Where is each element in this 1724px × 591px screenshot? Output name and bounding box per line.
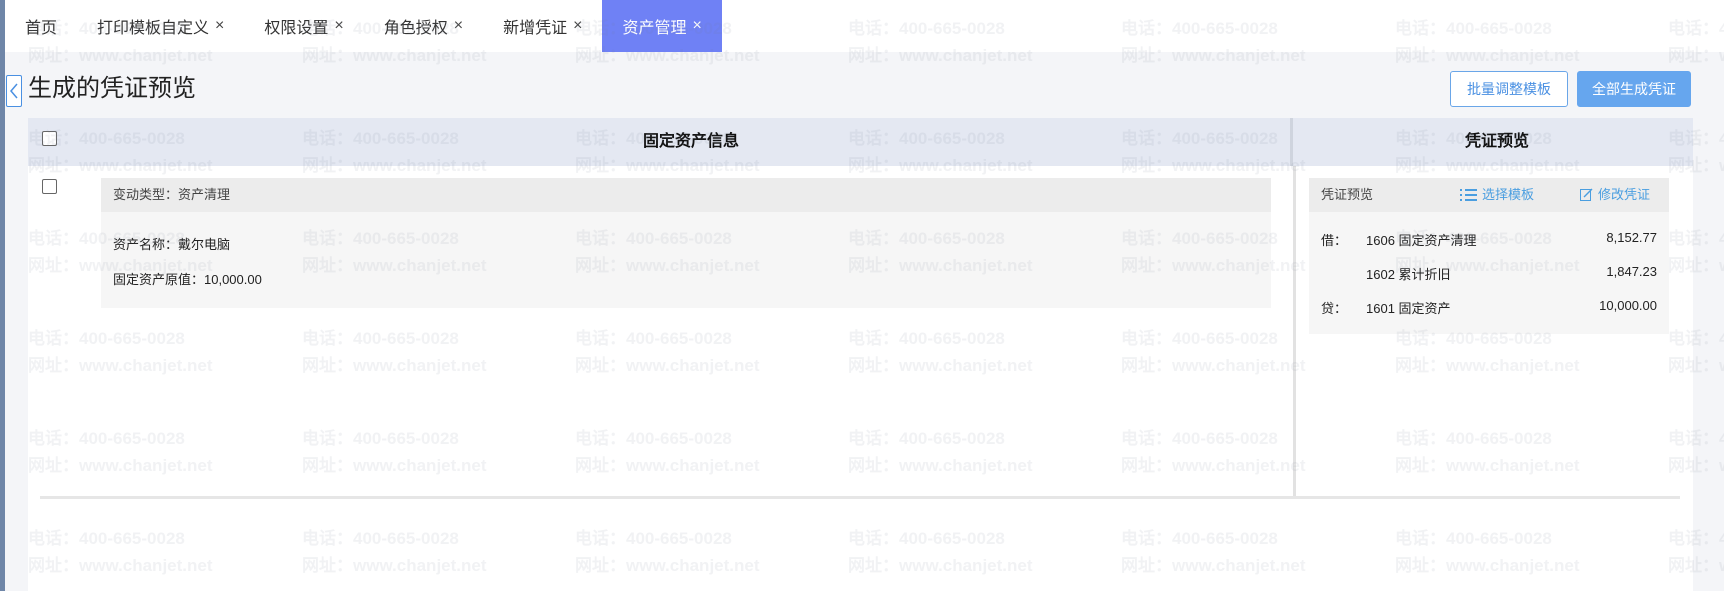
close-icon[interactable]: × (215, 17, 224, 35)
chevron-left-icon (10, 83, 18, 99)
close-icon[interactable]: × (334, 17, 343, 35)
entry-account: 1606 固定资产清理 (1366, 233, 1477, 248)
close-icon[interactable]: × (573, 17, 582, 35)
voucher-preview-panel: 固定资产信息 凭证预览 变动类型：资产清理 资产名称：戴尔电脑 固定资产原值：1… (28, 118, 1693, 591)
tab-print-template[interactable]: 打印模板自定义 × (77, 0, 244, 52)
tab-permission-settings[interactable]: 权限设置 × (244, 0, 363, 52)
asset-info-card: 变动类型：资产清理 资产名称：戴尔电脑 固定资产原值：10,000.00 (101, 178, 1271, 308)
select-template-link[interactable]: 选择模板 (1460, 178, 1534, 212)
tab-role-authorization[interactable]: 角色授权 × (364, 0, 483, 52)
close-icon[interactable]: × (692, 17, 701, 35)
voucher-card-header: 凭证预览 选择模板 修改凭证 (1309, 178, 1669, 212)
edit-icon (1580, 188, 1593, 201)
tab-bar: 首页 打印模板自定义 × 权限设置 × 角色授权 × 新增凭证 × 资产管理 × (5, 0, 1724, 52)
tab-label: 角色授权 (383, 20, 448, 37)
tab-label: 资产管理 (622, 20, 687, 37)
back-button[interactable] (6, 75, 22, 107)
tab-label: 新增凭证 (503, 20, 568, 37)
column-divider (1293, 166, 1296, 496)
column-divider (1290, 118, 1293, 166)
tab-asset-management[interactable]: 资产管理 × (602, 0, 722, 52)
edit-voucher-link[interactable]: 修改凭证 (1580, 178, 1650, 212)
column-header-voucher-preview: 凭证预览 (1465, 133, 1530, 150)
tab-label: 打印模板自定义 (97, 20, 210, 37)
asset-name: 资产名称：戴尔电脑 (113, 237, 231, 252)
entry-amount: 8,152.77 (1606, 230, 1657, 245)
voucher-entry-row: 借： 1606 固定资产清理 8,152.77 (1309, 230, 1669, 250)
tab-label: 权限设置 (264, 20, 329, 37)
entry-amount: 1,847.23 (1606, 264, 1657, 279)
select-template-label: 选择模板 (1482, 187, 1535, 202)
voucher-entry-row: 贷： 1601 固定资产 10,000.00 (1309, 298, 1669, 318)
row-checkbox[interactable] (42, 179, 57, 194)
close-icon[interactable]: × (454, 17, 463, 35)
page-title: 生成的凭证预览 (28, 75, 196, 102)
edit-voucher-label: 修改凭证 (1598, 187, 1651, 202)
divider (40, 496, 1680, 499)
entry-account: 1602 累计折旧 (1366, 267, 1451, 282)
left-edge-strip (0, 0, 5, 591)
tab-new-voucher[interactable]: 新增凭证 × (483, 0, 602, 52)
entry-direction: 贷： (1321, 301, 1348, 316)
voucher-preview-card: 凭证预览 选择模板 修改凭证 借： 1606 固定资产清理 8,152.77 1… (1309, 178, 1669, 334)
table-header: 固定资产信息 凭证预览 (28, 118, 1693, 166)
asset-original-value: 固定资产原值：10,000.00 (113, 272, 262, 287)
voucher-entry-row: 1602 累计折旧 1,847.23 (1309, 264, 1669, 284)
entry-amount: 10,000.00 (1599, 298, 1657, 313)
tab-home[interactable]: 首页 (5, 0, 77, 52)
tab-label: 首页 (25, 20, 58, 37)
generate-all-vouchers-button[interactable]: 全部生成凭证 (1577, 71, 1691, 107)
list-icon (1460, 189, 1477, 201)
voucher-preview-label: 凭证预览 (1321, 187, 1374, 202)
entry-account: 1601 固定资产 (1366, 301, 1451, 316)
batch-adjust-template-button[interactable]: 批量调整模板 (1450, 71, 1568, 107)
change-type-label: 变动类型：资产清理 (101, 178, 1271, 212)
entry-direction: 借： (1321, 233, 1348, 248)
select-all-checkbox[interactable] (42, 131, 57, 146)
column-header-asset-info: 固定资产信息 (643, 133, 740, 150)
